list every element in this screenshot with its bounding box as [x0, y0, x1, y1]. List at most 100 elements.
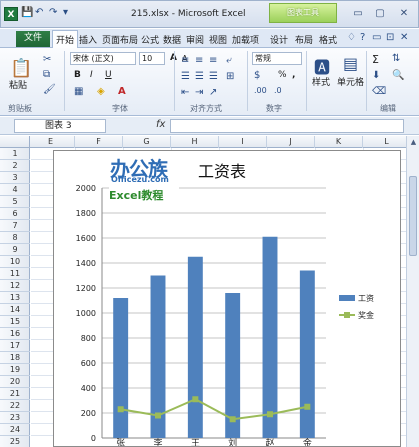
align-center-icon[interactable]: ☰	[195, 71, 204, 82]
cells-icon[interactable]: ▤	[343, 54, 358, 73]
fill-color-icon[interactable]: ◈	[97, 86, 105, 97]
row-header[interactable]: 22	[0, 400, 30, 412]
chart-title[interactable]: 工资表	[198, 158, 246, 182]
tab-home[interactable]: 开始	[52, 30, 79, 48]
row-header[interactable]: 25	[0, 436, 30, 447]
minimize-button[interactable]: ▭	[349, 7, 367, 21]
workbook-minimize-icon[interactable]: ▭	[372, 32, 381, 43]
row-header[interactable]: 10	[0, 256, 30, 268]
tab-format[interactable]: 格式	[319, 33, 337, 46]
row-header[interactable]: 23	[0, 412, 30, 424]
tab-add-ins[interactable]: 加载项	[232, 33, 259, 46]
column-header[interactable]: G	[123, 136, 171, 148]
row-header[interactable]: 20	[0, 376, 30, 388]
row-header[interactable]: 1	[0, 148, 30, 160]
align-bottom-icon[interactable]: ≡	[209, 55, 217, 66]
cut-icon[interactable]: ✂	[43, 54, 51, 65]
minimize-ribbon-icon[interactable]: ♢	[347, 32, 356, 43]
tab-view[interactable]: 视图	[209, 33, 227, 46]
row-header[interactable]: 3	[0, 172, 30, 184]
tab-design[interactable]: 设计	[270, 33, 288, 46]
row-header[interactable]: 15	[0, 316, 30, 328]
align-right-icon[interactable]: ☰	[209, 71, 218, 82]
fill-icon[interactable]: ⬇	[372, 70, 380, 81]
row-header[interactable]: 2	[0, 160, 30, 172]
row-header[interactable]: 24	[0, 424, 30, 436]
number-format-select[interactable]: 常规	[252, 52, 302, 65]
row-header[interactable]: 16	[0, 328, 30, 340]
undo-icon[interactable]: ↶	[35, 7, 43, 18]
cells-button[interactable]: 单元格	[337, 75, 364, 88]
column-header[interactable]: F	[75, 136, 123, 148]
font-color-icon[interactable]: A	[118, 86, 126, 97]
format-painter-icon[interactable]: 🖌	[43, 84, 56, 95]
column-header[interactable]: J	[267, 136, 315, 148]
tab-insert[interactable]: 插入	[79, 33, 97, 46]
align-top-icon[interactable]: ≡	[181, 55, 189, 66]
tab-formulas[interactable]: 公式	[141, 33, 159, 46]
comma-button[interactable]: ,	[292, 70, 295, 80]
font-name-select[interactable]: 宋体 (正文)	[70, 52, 136, 65]
increase-decimal-icon[interactable]: .00	[254, 86, 267, 95]
maximize-button[interactable]: ▢	[371, 7, 389, 21]
formula-input[interactable]	[170, 119, 404, 133]
row-header[interactable]: 5	[0, 196, 30, 208]
name-box[interactable]: 图表 3	[14, 119, 106, 133]
find-select-icon[interactable]: 🔍	[392, 70, 404, 81]
redo-icon[interactable]: ↷	[49, 7, 57, 18]
align-middle-icon[interactable]: ≡	[195, 55, 203, 66]
help-icon[interactable]: ?	[360, 32, 365, 43]
row-header[interactable]: 12	[0, 280, 30, 292]
percent-button[interactable]: %	[278, 70, 287, 80]
row-header[interactable]: 14	[0, 304, 30, 316]
copy-icon[interactable]: ⧉	[43, 69, 50, 80]
column-header[interactable]: E	[27, 136, 75, 148]
row-header[interactable]: 8	[0, 232, 30, 244]
row-header[interactable]: 19	[0, 364, 30, 376]
bold-button[interactable]: B	[74, 70, 81, 80]
orientation-icon[interactable]: ↗	[209, 87, 217, 98]
close-button[interactable]: ✕	[395, 7, 413, 21]
tab-review[interactable]: 审阅	[186, 33, 204, 46]
chart-area[interactable]: 0 200 400 600 800 1000 1200 1400 1600 1800 2000 张 李 王…	[53, 150, 401, 447]
scroll-thumb[interactable]	[409, 176, 417, 256]
workbook-close-icon[interactable]: ✕	[400, 32, 408, 43]
save-icon[interactable]: 💾	[21, 7, 33, 18]
italic-button[interactable]: I	[90, 70, 93, 80]
customize-quick-access-icon[interactable]: ▾	[63, 7, 68, 18]
tab-data[interactable]: 数据	[163, 33, 181, 46]
borders-icon[interactable]: ▦	[74, 86, 83, 97]
wrap-text-icon[interactable]: ⤶	[226, 55, 232, 66]
styles-button[interactable]: 样式	[312, 75, 330, 88]
insert-function-button[interactable]: fx	[156, 119, 165, 130]
row-header[interactable]: 9	[0, 244, 30, 256]
underline-button[interactable]: U	[105, 70, 112, 80]
merge-center-icon[interactable]: ⊞	[226, 71, 234, 82]
font-size-select[interactable]: 10	[139, 52, 165, 65]
vertical-scrollbar[interactable]: ▲	[406, 136, 419, 447]
row-header[interactable]: 11	[0, 268, 30, 280]
row-header[interactable]: 4	[0, 184, 30, 196]
clear-icon[interactable]: ⌫	[372, 86, 386, 97]
paste-button[interactable]: 粘贴	[9, 78, 27, 91]
column-header[interactable]: L	[363, 136, 411, 148]
increase-indent-icon[interactable]: ⇥	[195, 87, 203, 98]
decrease-decimal-icon[interactable]: .0	[274, 86, 282, 95]
tab-file[interactable]: 文件	[16, 31, 50, 47]
row-header[interactable]: 18	[0, 352, 30, 364]
autosum-button[interactable]: Σ	[372, 53, 379, 66]
align-left-icon[interactable]: ☰	[181, 71, 190, 82]
select-all-corner[interactable]	[0, 136, 30, 148]
row-header[interactable]: 17	[0, 340, 30, 352]
paste-icon[interactable]: 📋	[10, 58, 32, 79]
workbook-restore-icon[interactable]: ⊡	[386, 32, 394, 43]
row-header[interactable]: 7	[0, 220, 30, 232]
scroll-up-icon[interactable]: ▲	[408, 138, 419, 148]
row-header[interactable]: 21	[0, 388, 30, 400]
tab-layout[interactable]: 布局	[295, 33, 313, 46]
decrease-indent-icon[interactable]: ⇤	[181, 87, 189, 98]
accounting-format-icon[interactable]: $	[254, 70, 260, 81]
row-header[interactable]: 6	[0, 208, 30, 220]
sort-filter-icon[interactable]: ⇅	[392, 53, 400, 64]
column-header[interactable]: H	[171, 136, 219, 148]
